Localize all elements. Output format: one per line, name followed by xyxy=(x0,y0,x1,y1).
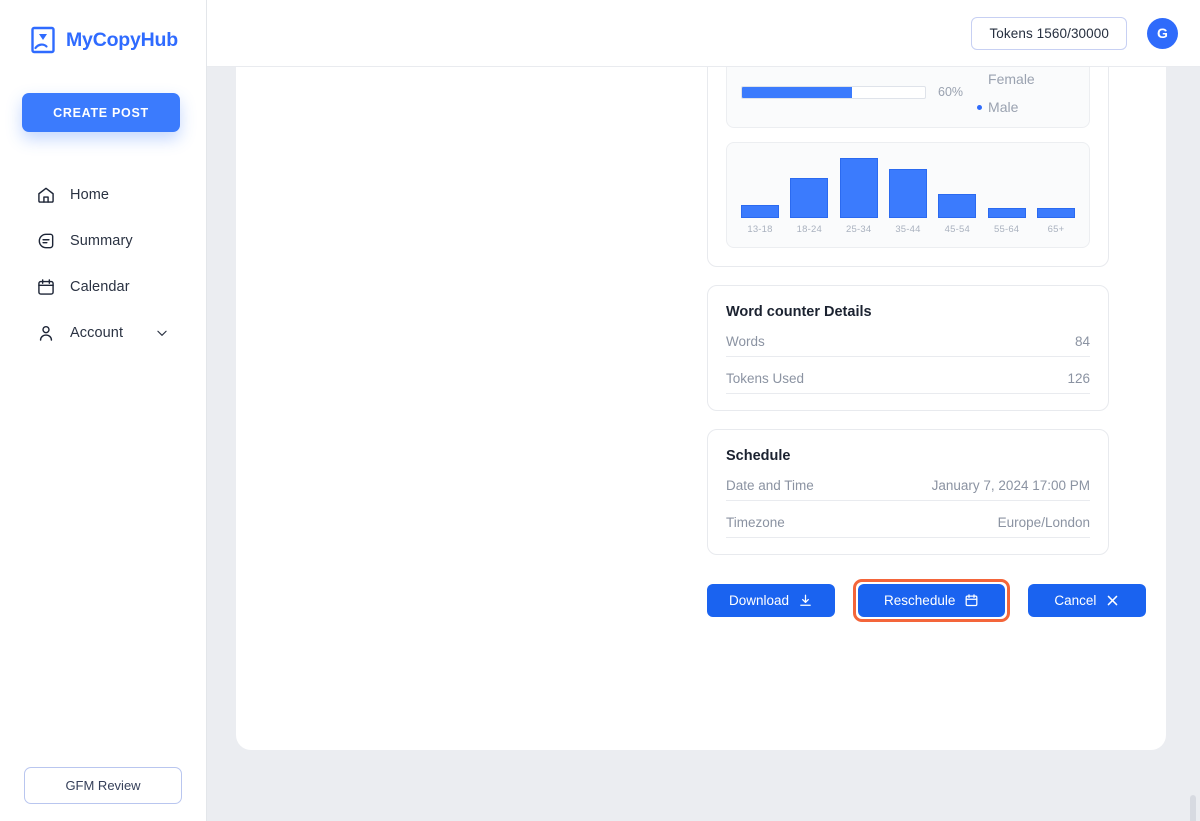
gender-bar-value: 60% xyxy=(938,85,964,99)
age-bar-label: 18-24 xyxy=(796,224,822,235)
gender-legend: Female Male xyxy=(977,67,1075,121)
age-bar-label: 55-64 xyxy=(993,224,1020,235)
download-button[interactable]: Download xyxy=(707,584,836,617)
age-bar xyxy=(987,207,1026,218)
legend-label: Male xyxy=(988,99,1019,115)
download-button-label: Download xyxy=(729,593,790,608)
sidebar-item-calendar[interactable]: Calendar xyxy=(0,264,207,310)
document-icon xyxy=(38,233,54,249)
tokens-badge[interactable]: Tokens 1560/30000 xyxy=(971,16,1127,50)
gfm-review-button[interactable]: GFM Review xyxy=(24,767,182,804)
page-background: 60% Female Male 13-18 18-24 25-34 35-44 … xyxy=(207,67,1200,821)
reschedule-highlight: Reschedule xyxy=(853,579,1011,622)
word-counter-rows: Words 84 Tokens Used 126 xyxy=(708,320,1108,410)
home-icon xyxy=(38,187,54,203)
detail-row: Words 84 xyxy=(726,320,1090,357)
sidebar-item-summary[interactable]: Summary xyxy=(0,218,207,264)
detail-key: Tokens Used xyxy=(726,371,805,386)
detail-row: Date and Time January 7, 2024 17:00 PM xyxy=(726,464,1090,501)
app-root: MyCopyHub CREATE POST Home Summary Calen… xyxy=(0,0,1200,821)
legend-item-female: Female xyxy=(977,67,1075,93)
detail-value: January 7, 2024 17:00 PM xyxy=(931,478,1090,493)
age-bar xyxy=(938,194,977,218)
top-header: Tokens 1560/30000 G xyxy=(207,0,1200,67)
sidebar-item-label: Calendar xyxy=(70,279,130,295)
schedule-rows: Date and Time January 7, 2024 17:00 PM T… xyxy=(708,464,1108,554)
age-bar-label: 65+ xyxy=(1047,224,1065,235)
scrollbar-thumb[interactable] xyxy=(1190,795,1196,821)
legend-item-male: Male xyxy=(977,93,1075,121)
detail-value: 84 xyxy=(1074,334,1090,349)
create-post-button[interactable]: CREATE POST xyxy=(22,93,180,132)
age-chart-bars: 13-18 18-24 25-34 35-44 45-54 55-64 65+ xyxy=(741,153,1075,235)
cancel-button[interactable]: Cancel xyxy=(1028,584,1147,617)
action-buttons: Download Reschedule Cancel xyxy=(707,573,1147,622)
sidebar-item-label: Home xyxy=(70,187,110,203)
download-icon xyxy=(800,594,811,606)
sidebar-item-label: Summary xyxy=(70,233,133,249)
age-bar xyxy=(1036,207,1075,218)
audience-analytics-panel: 60% Female Male 13-18 18-24 25-34 35-44 … xyxy=(707,67,1109,267)
content-card: 60% Female Male 13-18 18-24 25-34 35-44 … xyxy=(236,67,1166,750)
detail-key: Date and Time xyxy=(726,478,814,493)
detail-value: Europe/London xyxy=(997,515,1090,530)
cancel-button-label: Cancel xyxy=(1054,593,1097,608)
detail-key: Timezone xyxy=(726,515,785,530)
sidebar: MyCopyHub CREATE POST Home Summary Calen… xyxy=(0,0,207,821)
reschedule-button[interactable]: Reschedule xyxy=(858,584,1006,617)
gender-bar-fill xyxy=(742,86,852,98)
age-bar-label: 25-34 xyxy=(846,224,872,235)
brand-logo[interactable]: MyCopyHub xyxy=(28,25,178,55)
detail-row: Timezone Europe/London xyxy=(726,501,1090,538)
age-bar xyxy=(888,168,927,218)
gender-chart: 60% Female Male xyxy=(726,67,1090,128)
calendar-icon xyxy=(965,594,978,607)
age-chart: 13-18 18-24 25-34 35-44 45-54 55-64 65+ xyxy=(726,142,1090,248)
sidebar-item-account[interactable]: Account xyxy=(0,310,207,356)
schedule-title: Schedule xyxy=(726,448,791,464)
detail-row: Tokens Used 126 xyxy=(726,357,1090,394)
reschedule-button-label: Reschedule xyxy=(884,593,956,608)
person-icon xyxy=(39,325,53,341)
sidebar-nav: Home Summary Calendar Account xyxy=(0,172,207,356)
book-logo-icon xyxy=(31,26,55,54)
legend-dot-icon xyxy=(977,104,983,110)
avatar[interactable]: G xyxy=(1147,17,1178,49)
age-bar xyxy=(741,204,779,218)
legend-dot-icon xyxy=(977,77,982,82)
brand-name: MyCopyHub xyxy=(66,28,178,51)
close-icon xyxy=(1108,595,1118,606)
age-bar-label: 35-44 xyxy=(895,224,921,235)
schedule-panel: Schedule Date and Time January 7, 2024 1… xyxy=(707,429,1109,555)
gender-bar-row: 60% xyxy=(741,85,963,99)
legend-label: Female xyxy=(988,71,1035,87)
age-bar-column: 55-64 xyxy=(987,153,1026,235)
age-bar xyxy=(790,177,829,218)
word-counter-panel: Word counter Details Words 84 Tokens Use… xyxy=(707,285,1109,411)
scrollbar[interactable] xyxy=(1190,795,1196,821)
calendar-icon xyxy=(38,279,54,295)
detail-value: 126 xyxy=(1067,371,1090,386)
age-bar xyxy=(839,158,878,218)
age-bar-column: 18-24 xyxy=(790,153,829,235)
age-bar-label: 45-54 xyxy=(944,224,970,235)
gender-bar-track xyxy=(741,85,926,99)
age-bar-label: 13-18 xyxy=(747,224,773,235)
age-bar-column: 25-34 xyxy=(839,153,878,235)
word-counter-title: Word counter Details xyxy=(726,304,872,320)
chevron-down-icon[interactable] xyxy=(155,326,169,340)
age-bar-column: 13-18 xyxy=(741,153,779,235)
age-bar-column: 65+ xyxy=(1036,153,1075,235)
age-bar-column: 35-44 xyxy=(888,153,927,235)
sidebar-item-label: Account xyxy=(70,325,124,341)
sidebar-item-home[interactable]: Home xyxy=(0,172,207,218)
age-bar-column: 45-54 xyxy=(938,153,977,235)
details-column: 60% Female Male 13-18 18-24 25-34 35-44 … xyxy=(707,67,1147,622)
detail-key: Words xyxy=(726,334,765,349)
